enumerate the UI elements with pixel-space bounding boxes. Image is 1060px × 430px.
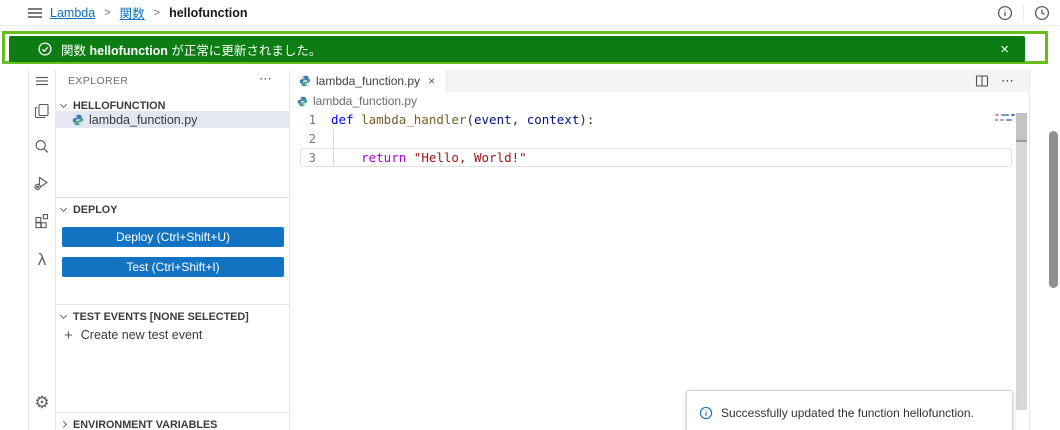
code-line: 2 xyxy=(290,129,1016,148)
editor-tab-bar: lambda_function.py × ⋯ xyxy=(290,70,1029,92)
breadcrumb-file-name: lambda_function.py xyxy=(313,94,418,108)
chevron-down-icon xyxy=(59,204,68,212)
file-lambda-function[interactable]: lambda_function.py xyxy=(56,111,289,128)
flashbar-function-name: hellofunction xyxy=(89,43,168,58)
tab-lambda-function[interactable]: lambda_function.py × xyxy=(290,70,448,92)
explorer-sidebar: EXPLORER ⋯ HELLOFUNCTION lambda_function… xyxy=(56,70,290,430)
section-environment-variables[interactable]: ENVIRONMENT VARIABLES xyxy=(56,416,289,430)
menu-icon[interactable] xyxy=(34,73,50,89)
check-circle-icon xyxy=(38,42,52,56)
settings-gear-icon[interactable]: ⚙ xyxy=(34,394,49,411)
create-test-event-label: Create new test event xyxy=(80,328,203,342)
more-actions-icon[interactable]: ⋯ xyxy=(1001,73,1015,89)
info-icon[interactable] xyxy=(997,5,1013,21)
breadcrumb-lambda[interactable]: Lambda xyxy=(50,6,95,20)
breadcrumb: Lambda > 関数 > hellofunction xyxy=(50,0,248,25)
code-text: return "Hello, World!" xyxy=(361,150,527,165)
editor-scrollbar[interactable] xyxy=(1016,113,1027,410)
code-line: 1 def lambda_handler(event, context): xyxy=(290,110,1016,129)
deploy-button[interactable]: Deploy (Ctrl+Shift+U) xyxy=(62,227,284,247)
scrollbar-viewport xyxy=(1016,113,1027,140)
line-number: 2 xyxy=(308,131,316,146)
line-number: 1 xyxy=(308,112,316,127)
plus-icon: + xyxy=(64,326,73,344)
topnav-actions xyxy=(987,0,1060,25)
toast-notification: Successfully updated the function hellof… xyxy=(686,390,1013,430)
breadcrumb-functions[interactable]: 関数 xyxy=(120,3,145,22)
run-debug-icon[interactable] xyxy=(33,174,51,192)
chevron-down-icon xyxy=(59,311,68,319)
toast-message: Successfully updated the function hellof… xyxy=(721,406,974,420)
section-label: HELLOFUNCTION xyxy=(73,99,166,112)
activity-bar: λ ⚙ xyxy=(28,70,56,430)
section-test-events[interactable]: TEST EVENTS [NONE SELECTED] xyxy=(56,308,289,325)
editor-pane: lambda_function.py × ⋯ lambda_function.p… xyxy=(290,70,1030,430)
section-divider xyxy=(56,304,289,305)
tab-label: lambda_function.py xyxy=(316,74,421,88)
clock-icon[interactable] xyxy=(1034,5,1050,21)
extensions-icon[interactable] xyxy=(34,212,51,229)
create-test-event[interactable]: + Create new test event xyxy=(56,326,289,344)
aws-lambda-icon[interactable]: λ xyxy=(38,251,47,268)
more-actions-icon[interactable]: ⋯ xyxy=(259,71,273,87)
tab-close-icon[interactable]: × xyxy=(426,74,437,88)
python-file-icon xyxy=(72,114,84,126)
scrollbar-marker xyxy=(1016,140,1027,142)
lambda-console-screen: Lambda > 関数 > hellofunction 関数 hellofunc… xyxy=(0,0,1060,430)
chevron-down-icon xyxy=(59,100,68,108)
code-line: 3 return "Hello, World!" xyxy=(290,148,1016,167)
code-editor[interactable]: 1 def lambda_handler(event, context): 2 … xyxy=(290,110,1016,430)
editor-breadcrumb[interactable]: lambda_function.py xyxy=(290,92,1029,110)
chevron-right-icon xyxy=(59,420,68,429)
code-text: def lambda_handler(event, context): xyxy=(331,112,595,127)
line-number: 3 xyxy=(308,150,316,165)
breadcrumb-current-function: hellofunction xyxy=(169,5,248,20)
flashbar-message: 関数 hellofunction が正常に更新されました。 xyxy=(61,43,322,58)
explorer-icon[interactable] xyxy=(33,102,51,120)
python-file-icon xyxy=(297,96,308,107)
breadcrumb-separator: > xyxy=(153,6,161,19)
section-divider xyxy=(56,412,289,413)
section-label: ENVIRONMENT VARIABLES xyxy=(73,418,218,430)
section-label: DEPLOY xyxy=(73,203,118,216)
flashbar-close-icon[interactable]: × xyxy=(996,36,1013,62)
topnav-divider xyxy=(1023,4,1024,21)
breadcrumb-separator: > xyxy=(104,6,111,19)
search-icon[interactable] xyxy=(34,138,51,155)
success-flashbar: 関数 hellofunction が正常に更新されました。 × xyxy=(9,36,1025,62)
section-deploy[interactable]: DEPLOY xyxy=(56,201,289,218)
file-name: lambda_function.py xyxy=(89,112,198,127)
page-scrollbar[interactable] xyxy=(1049,131,1058,288)
section-divider xyxy=(56,197,289,198)
aws-topnav: Lambda > 関数 > hellofunction xyxy=(0,0,1060,26)
python-file-icon xyxy=(299,75,311,87)
explorer-title: EXPLORER xyxy=(68,75,129,87)
editor-actions: ⋯ xyxy=(975,70,1015,92)
split-editor-icon[interactable] xyxy=(975,74,989,88)
test-button[interactable]: Test (Ctrl+Shift+I) xyxy=(62,257,284,277)
section-label: TEST EVENTS [NONE SELECTED] xyxy=(73,310,249,323)
explorer-header: EXPLORER ⋯ xyxy=(56,70,289,92)
info-icon xyxy=(699,406,713,420)
menu-icon[interactable] xyxy=(27,5,43,21)
